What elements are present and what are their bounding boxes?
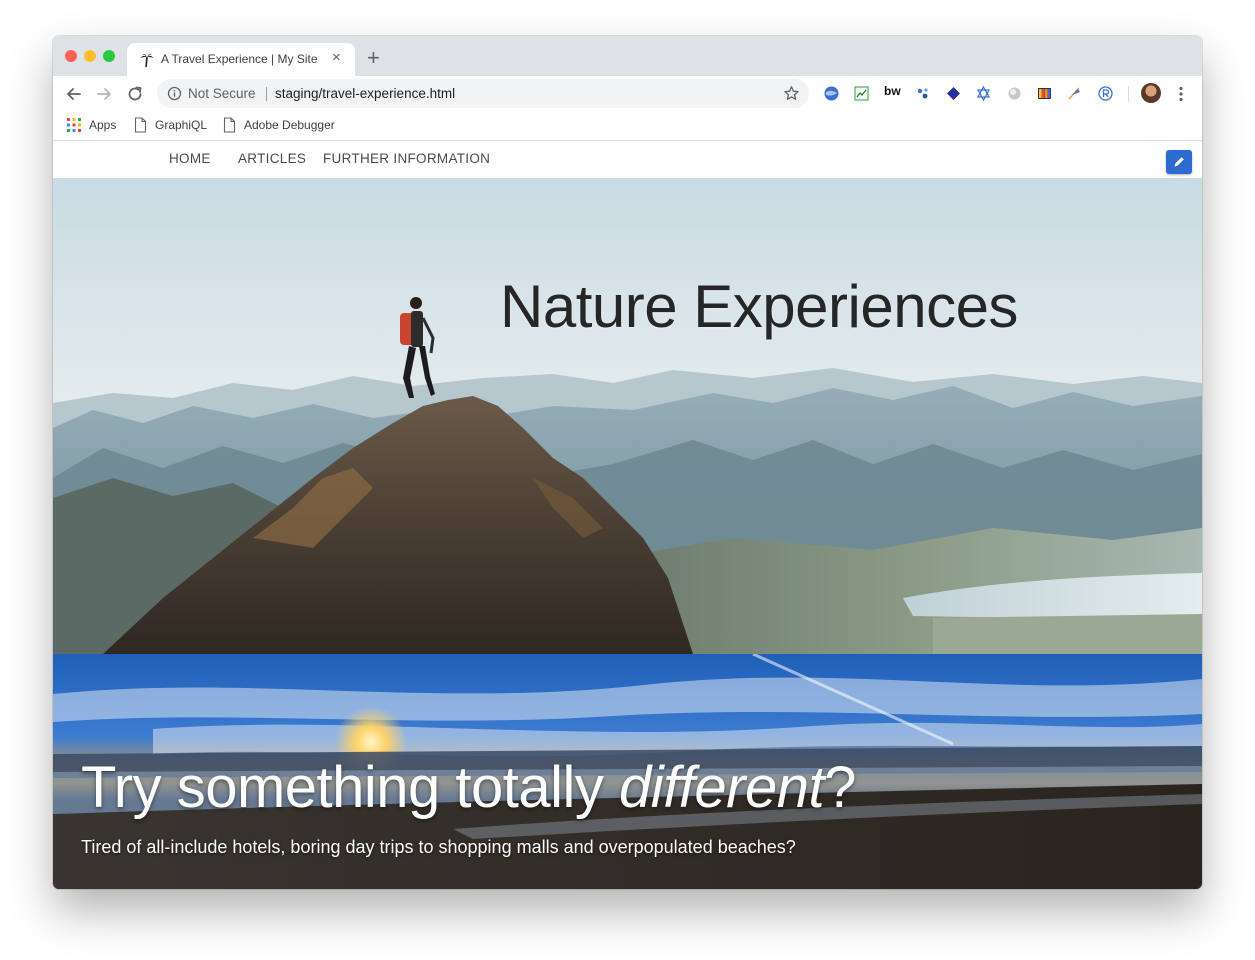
bookmark-label: Adobe Debugger (244, 118, 335, 132)
bw-extension-icon[interactable]: bw (884, 84, 901, 98)
pencil-icon (1174, 157, 1184, 167)
kebab-menu-icon[interactable] (1173, 85, 1189, 103)
star-icon[interactable] (783, 85, 800, 102)
mountain-hero-image (53, 178, 1202, 654)
bookmark-label: Apps (89, 118, 117, 132)
nav-link-home[interactable]: HOME (169, 151, 211, 166)
banner-title-end: ? (824, 755, 856, 820)
zoom-window-button[interactable] (103, 50, 115, 62)
sheet-extension-icon[interactable] (853, 85, 870, 102)
apps-grid-icon (67, 118, 81, 132)
close-icon[interactable]: × (332, 50, 341, 66)
toolbar-divider (1128, 86, 1129, 102)
browser-tab[interactable]: A Travel Experience | My Site × (127, 43, 355, 76)
omnibox-divider (266, 87, 267, 101)
palm-tree-icon (140, 53, 154, 68)
forward-arrow-icon[interactable] (93, 83, 115, 105)
hero-section: Nature Experiences (53, 178, 1202, 654)
security-label[interactable]: Not Secure (188, 86, 256, 101)
edit-button[interactable] (1166, 150, 1192, 174)
new-tab-button[interactable]: + (367, 47, 380, 69)
url-text[interactable]: staging/travel-experience.html (275, 86, 455, 101)
back-arrow-icon[interactable] (63, 83, 85, 105)
banner-title-emphasis: different (619, 755, 825, 820)
bookmarks-bar: Apps GraphiQL Adobe Debugger (53, 111, 1202, 141)
layers-extension-icon[interactable] (945, 85, 962, 102)
browser-toolbar: Not Secure staging/travel-experience.htm… (53, 76, 1202, 111)
nav-link-articles[interactable]: ARTICLES (238, 151, 306, 166)
bookmark-apps[interactable]: Apps (67, 116, 123, 134)
close-window-button[interactable] (65, 50, 77, 62)
circle-extension-icon[interactable] (1006, 85, 1023, 102)
hero-title: Nature Experiences (500, 273, 1018, 340)
tab-title: A Travel Experience | My Site (161, 52, 318, 66)
banner-title-main: Try something totally (81, 755, 620, 820)
banner-subtitle: Tired of all-include hotels, boring day … (81, 837, 796, 857)
globe-extension-icon[interactable] (823, 85, 840, 102)
bookmark-adobe-debugger[interactable]: Adobe Debugger (223, 116, 343, 134)
profile-avatar[interactable] (1141, 83, 1161, 103)
banner-section: Try something totally different? Tired o… (53, 654, 1202, 889)
page-content: HOME ARTICLES FURTHER INFORMATION Nature… (53, 141, 1202, 889)
bookmark-label: GraphiQL (155, 118, 208, 132)
nav-link-further-information[interactable]: FURTHER INFORMATION (323, 151, 490, 166)
site-navigation: HOME ARTICLES FURTHER INFORMATION (53, 141, 1202, 178)
dots-extension-icon[interactable] (915, 85, 932, 102)
r-extension-icon[interactable] (1097, 85, 1114, 102)
tab-strip: A Travel Experience | My Site × + (53, 36, 1202, 76)
banner-title: Try something totally different? (81, 754, 856, 821)
bookmark-graphiql[interactable]: GraphiQL (134, 116, 214, 134)
minimize-window-button[interactable] (84, 50, 96, 62)
page-icon (134, 117, 147, 133)
reload-icon[interactable] (124, 83, 146, 105)
info-icon[interactable] (167, 86, 182, 101)
feather-extension-icon[interactable] (1066, 85, 1083, 102)
star-of-david-extension-icon[interactable] (975, 85, 992, 102)
browser-window: A Travel Experience | My Site × + Not Se… (53, 36, 1202, 889)
color-bars-extension-icon[interactable] (1036, 85, 1053, 102)
page-icon (223, 117, 236, 133)
address-bar[interactable]: Not Secure staging/travel-experience.htm… (157, 79, 809, 108)
